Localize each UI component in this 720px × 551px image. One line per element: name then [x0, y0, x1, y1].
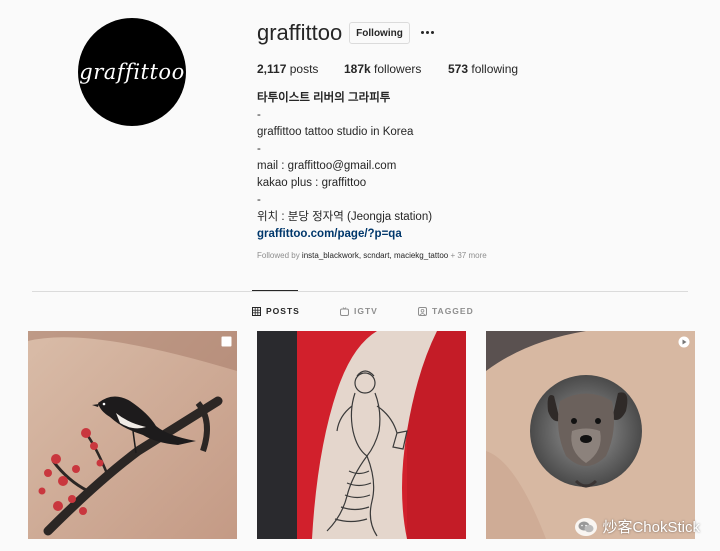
following-label: following: [471, 62, 519, 76]
bio-name: 타투이스트 리버의 그라피투: [257, 92, 391, 104]
multiple-posts-icon: [221, 336, 232, 347]
followers-count: 187k: [344, 62, 371, 76]
igtv-icon: [340, 306, 349, 316]
bio-line: mail : graffittoo@gmail.com: [257, 160, 397, 172]
profile-username: graffittoo: [257, 20, 343, 45]
tabs-divider: [32, 291, 688, 292]
followed-by[interactable]: Followed by insta_blackwork, scndart, ma…: [257, 251, 487, 260]
avatar-logo-text: graffittoo: [79, 60, 185, 84]
bio-line: graffittoo tattoo studio in Korea: [257, 126, 414, 138]
profile-bio: 타투이스트 리버의 그라피투 - graffittoo tattoo studi…: [257, 90, 432, 243]
posts-stat: 2,117 posts: [257, 62, 318, 76]
mermaid-tattoo-image: [257, 331, 466, 539]
tab-tagged[interactable]: TAGGED: [418, 306, 474, 316]
grid-icon: [252, 306, 261, 316]
wechat-icon: [575, 517, 598, 536]
tagged-icon: [418, 306, 427, 316]
following-button[interactable]: Following: [349, 22, 410, 44]
tab-igtv[interactable]: IGTV: [340, 306, 378, 316]
watermark-text: 炒客ChokStick: [602, 519, 700, 536]
tab-posts-label: POSTS: [266, 306, 300, 316]
following-count: 573: [448, 62, 469, 76]
tab-tagged-label: TAGGED: [432, 306, 474, 316]
magpie-tattoo-image: [28, 331, 237, 539]
followed-by-more: + 37 more: [450, 251, 487, 260]
followed-by-names: insta_blackwork, scndart, maciekg_tattoo: [301, 251, 449, 260]
watermark: 炒客ChokStick: [575, 516, 700, 537]
bio-line: -: [257, 143, 261, 155]
bio-website-link[interactable]: graffittoo.com/page/?p=qa: [257, 226, 432, 243]
posts-label: posts: [289, 62, 319, 76]
followers-label: followers: [374, 62, 422, 76]
bio-line: -: [257, 109, 261, 121]
video-icon: [678, 336, 690, 348]
tab-posts[interactable]: POSTS: [252, 306, 300, 316]
bio-line: kakao plus : graffittoo: [257, 177, 367, 189]
active-tab-indicator: [252, 290, 298, 291]
dog-tattoo-image: [486, 331, 695, 539]
post-thumbnail[interactable]: [257, 331, 466, 539]
more-options-icon[interactable]: [418, 22, 436, 42]
following-stat[interactable]: 573 following: [448, 62, 518, 76]
bio-line: 위치 : 분당 정자역 (Jeongja station): [257, 211, 433, 223]
followed-by-prefix: Followed by: [257, 251, 300, 260]
followers-stat[interactable]: 187k followers: [344, 62, 421, 76]
tab-igtv-label: IGTV: [354, 306, 378, 316]
profile-avatar[interactable]: graffittoo: [78, 18, 186, 126]
posts-count: 2,117: [257, 62, 287, 76]
post-thumbnail[interactable]: [28, 331, 237, 539]
post-thumbnail[interactable]: [486, 331, 695, 539]
bio-line: -: [257, 194, 261, 206]
